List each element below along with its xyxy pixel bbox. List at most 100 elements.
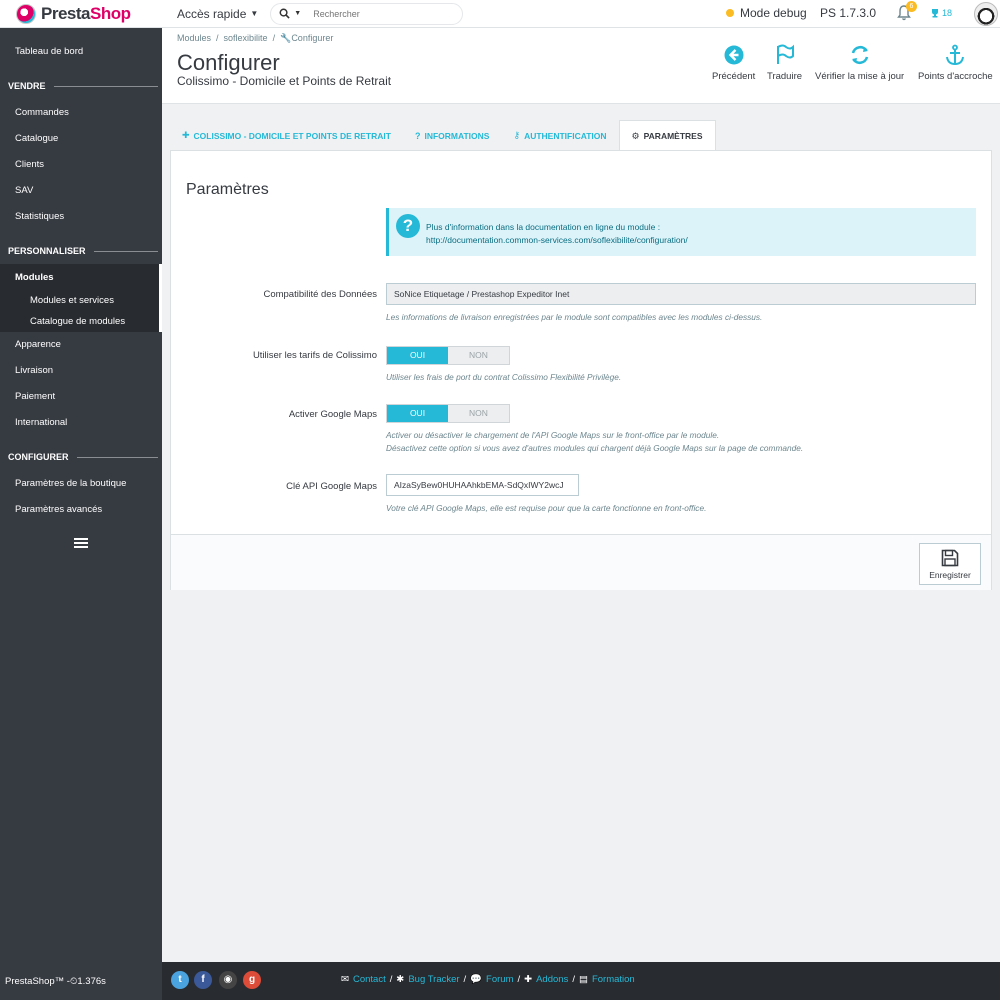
sidebar-item-dashboard[interactable]: Tableau de bord (15, 46, 83, 57)
footer: PrestaShop™ - ⏲ 1.376s t f ◉ g ✉ Contact /… (0, 962, 1000, 1000)
maps-help-line: Activer ou désactiver le chargement de l… (386, 430, 720, 440)
breadcrumb-current: Configurer (291, 33, 334, 43)
sidebar-item-orders[interactable]: Commandes (15, 107, 69, 118)
compat-field: SoNice Etiquetage / Prestashop Expeditor… (386, 283, 976, 305)
sidebar-item-sav[interactable]: SAV (15, 185, 33, 196)
tab-parametres-label: PARAMÈTRES (643, 131, 703, 141)
section-configure-label: CONFIGURER (8, 452, 69, 462)
bug-tracker-link[interactable]: Bug Tracker (408, 974, 459, 985)
sidebar-section-customize: PERSONNALISER (8, 246, 158, 256)
trophy-count: 18 (942, 8, 953, 18)
sidebar-item-catalog[interactable]: Catalogue (15, 133, 58, 144)
settings-panel: Paramètres ? Plus d'information dans la … (170, 150, 992, 590)
panel-footer: Enregistrer (171, 534, 991, 590)
hooks-button[interactable]: Points d'accroche (918, 44, 993, 82)
forum-link[interactable]: Forum (486, 974, 513, 985)
sidebar-section-configure: CONFIGURER (8, 452, 158, 462)
hooks-label: Points d'accroche (918, 71, 993, 82)
tab-informations[interactable]: ? INFORMATIONS (403, 120, 502, 151)
footer-links: ✉ Contact / ✱ Bug Tracker / 💬 Forum / ✚ Addons /… (341, 974, 635, 985)
google-plus-icon[interactable]: g (243, 971, 261, 989)
caret-down-icon: ▼ (250, 9, 259, 18)
tab-authentification-label: AUTHENTIFICATION (524, 130, 607, 141)
api-key-label: Clé API Google Maps (286, 481, 377, 492)
separator: / (572, 974, 575, 985)
tarifs-switch-off[interactable]: NON (448, 347, 509, 364)
facebook-icon[interactable]: f (194, 971, 212, 989)
debug-mode-indicator[interactable]: Mode debug (726, 6, 807, 20)
debug-mode-label: Mode debug (740, 6, 807, 20)
tarifs-switch-on[interactable]: OUI (387, 347, 448, 364)
search-input[interactable] (313, 8, 454, 19)
floppy-disk-icon (941, 549, 959, 566)
sidebar-item-shop-params[interactable]: Paramètres de la boutique (15, 478, 126, 489)
addons-link[interactable]: Addons (536, 974, 568, 985)
quick-access-dropdown[interactable]: Accès rapide ▼ (177, 7, 258, 21)
sidebar-item-appearance[interactable]: Apparence (15, 339, 61, 350)
tarifs-switch[interactable]: OUI NON (386, 346, 510, 365)
prestashop-logo-icon (16, 3, 36, 24)
quick-access-label: Accès rapide (177, 6, 247, 21)
tab-colissimo[interactable]: ✚ COLISSIMO - DOMICILE ET POINTS DE RETRA… (170, 120, 403, 151)
back-label: Précédent (712, 71, 756, 82)
compat-help: Les informations de livraison enregistré… (386, 312, 763, 322)
sidebar: Tableau de bord VENDRE Commandes Catalog… (0, 28, 162, 962)
documentation-link[interactable]: http://documentation.common-services.com… (426, 234, 688, 247)
top-header: PrestaShop Accès rapide ▼ ▼ Mode debug P… (0, 0, 1000, 28)
contact-link[interactable]: Contact (353, 974, 386, 985)
breadcrumb-module[interactable]: soflexibilite (224, 33, 268, 43)
sidebar-item-customers[interactable]: Clients (15, 159, 44, 170)
wrench-icon: 🔧 (280, 33, 292, 43)
footer-brand-text: PrestaShop™ - (5, 975, 70, 987)
check-update-button[interactable]: Vérifier la mise à jour (815, 44, 904, 82)
sidebar-subitem-modules-services[interactable]: Modules et services (30, 295, 114, 306)
question-circle-icon: ? (396, 214, 420, 238)
logo-text: PrestaShop (41, 3, 131, 23)
logo[interactable]: PrestaShop (0, 0, 162, 28)
tab-colissimo-label: COLISSIMO - DOMICILE ET POINTS DE RETRAI… (193, 130, 391, 141)
maps-switch-on[interactable]: OUI (387, 405, 448, 422)
load-time: 1.376s (77, 975, 106, 987)
formation-link[interactable]: Formation (592, 974, 635, 985)
page-title: Configurer (177, 50, 280, 75)
compat-label: Compatibilité des Données (263, 289, 377, 300)
maps-switch-off[interactable]: NON (448, 405, 509, 422)
sidebar-item-advanced-params[interactable]: Paramètres avancés (15, 504, 102, 515)
sidebar-item-stats[interactable]: Statistiques (15, 211, 64, 222)
tab-parametres[interactable]: ⚙ PARAMÈTRES (618, 120, 716, 151)
search-caret-icon[interactable]: ▼ (294, 10, 301, 17)
page-header: Modules / soflexibilite / 🔧Configurer Config… (162, 28, 1000, 104)
section-customize-label: PERSONNALISER (8, 246, 86, 256)
sidebar-subitem-modules-catalog[interactable]: Catalogue de modules (30, 316, 125, 327)
avatar[interactable] (974, 2, 998, 26)
save-button[interactable]: Enregistrer (919, 543, 981, 585)
gear-icon: ⚙ (631, 130, 640, 141)
divider (53, 85, 158, 87)
breadcrumb: Modules / soflexibilite / 🔧Configurer (177, 33, 334, 43)
sidebar-item-international[interactable]: International (15, 417, 67, 428)
sidebar-item-payment[interactable]: Paiement (15, 391, 55, 402)
tab-authentification[interactable]: ⚷ AUTHENTIFICATION (501, 120, 618, 151)
clock-icon: ⏲ (69, 975, 78, 987)
trophy-indicator[interactable]: 18 (930, 8, 952, 18)
menu-collapse-icon[interactable] (74, 538, 88, 548)
search-box[interactable]: ▼ (270, 2, 464, 25)
notification-badge: 6 (906, 1, 917, 12)
page-subtitle: Colissimo - Domicile et Points de Retrai… (177, 74, 392, 88)
tarifs-label: Utiliser les tarifs de Colissimo (252, 350, 377, 361)
debug-dot-icon (726, 9, 734, 17)
sidebar-item-modules[interactable]: Modules (15, 272, 54, 283)
twitter-icon[interactable]: t (171, 971, 189, 989)
bug-icon: ✱ (396, 974, 405, 985)
translate-label: Traduire (767, 71, 803, 82)
back-button[interactable]: Précédent (712, 44, 755, 82)
api-key-input[interactable]: AIzaSyBew0HUHAAhkbEMA-SdQxIWY2wcJ (386, 474, 579, 496)
translate-button[interactable]: Traduire (767, 44, 802, 82)
breadcrumb-modules[interactable]: Modules (177, 33, 211, 43)
sidebar-item-shipping[interactable]: Livraison (15, 365, 53, 376)
separator: / (517, 974, 521, 985)
envelope-icon: ✉ (341, 974, 349, 985)
maps-switch[interactable]: OUI NON (386, 404, 510, 423)
panel-title: Paramètres (186, 181, 269, 198)
github-icon[interactable]: ◉ (219, 971, 237, 989)
